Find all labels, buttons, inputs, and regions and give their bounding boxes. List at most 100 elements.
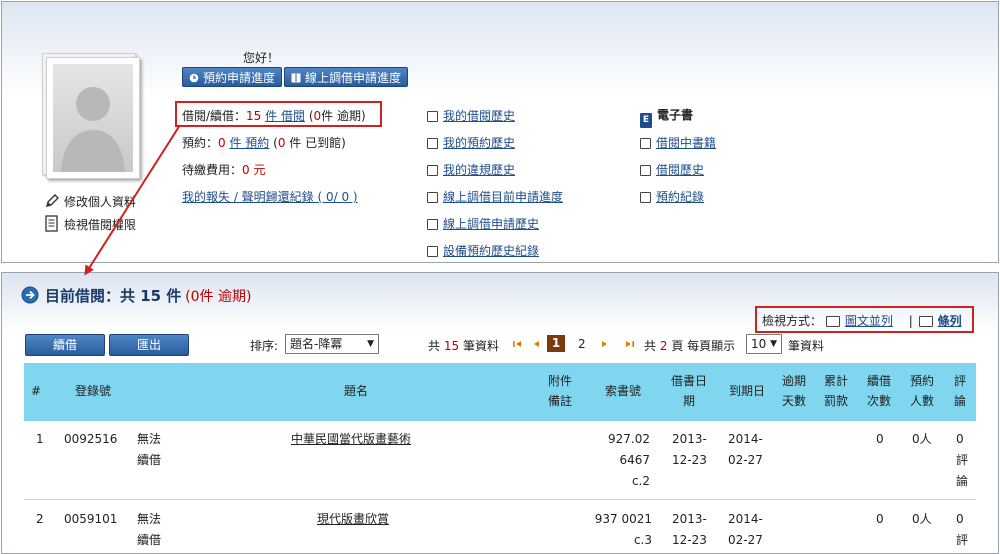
row-num: 2 xyxy=(36,512,44,526)
page-2-link[interactable]: 2 xyxy=(578,337,586,351)
view-list-label: 條列 xyxy=(937,314,962,328)
book-icon xyxy=(291,69,301,83)
list-icon xyxy=(427,111,438,122)
renew-button[interactable]: 續借 xyxy=(25,334,105,356)
search-icon xyxy=(640,165,651,176)
row-borrow-date: 2013- 12-23 xyxy=(672,509,707,549)
row-call-line1: 937 0021 xyxy=(594,512,652,526)
card-icon xyxy=(427,192,438,203)
row-due-line1: 2014- xyxy=(728,432,763,446)
col-attach: 附件 備註 xyxy=(540,371,580,411)
menu-ebook-history[interactable]: 借閱歷史 xyxy=(640,161,704,178)
ebook-title: 電子書 xyxy=(657,108,694,122)
prev-page-icon[interactable] xyxy=(531,339,541,349)
row-title-link[interactable]: 現代版畫欣賞 xyxy=(317,509,389,530)
view-graphic-option[interactable]: 圖文並列 xyxy=(825,314,897,328)
last-page-icon[interactable] xyxy=(625,339,636,349)
row-reserve-count: 0人 xyxy=(912,512,932,526)
row-borrow-line2: 12-23 xyxy=(672,453,707,467)
col-overdue-line1: 逾期 xyxy=(781,374,806,388)
list-view-icon xyxy=(918,316,933,327)
sort-select[interactable]: 題名-降冪 ▼ xyxy=(285,334,379,354)
menu-reserve-history[interactable]: 我的預約歷史 xyxy=(427,134,515,151)
view-mode-label: 檢視方式： xyxy=(762,314,823,328)
loans-table-header: # 登錄號 題名 附件 備註 索書號 借書日 期 到期日 逾期 天數 累計 罰款… xyxy=(24,363,976,421)
reservation-progress-label: 預約申請進度 xyxy=(203,71,276,85)
menu-equipment-history[interactable]: 設備預約歷史紀錄 xyxy=(427,242,539,259)
row-call: 937 0021 c.3 xyxy=(590,509,652,549)
row-status-line2: 續借 xyxy=(137,533,162,547)
col-renew-count: 續借 次數 xyxy=(861,371,897,411)
row-status-line2: 續借 xyxy=(137,453,162,467)
next-page-icon[interactable] xyxy=(600,339,610,349)
sort-label: 排序: xyxy=(250,339,279,353)
menu-equipment-history-label: 設備預約歷史紀錄 xyxy=(443,244,540,258)
menu-ebook-reservations[interactable]: 預約紀錄 xyxy=(640,188,704,205)
col-overdue-days: 逾期 天數 xyxy=(776,371,812,411)
section-overdue-note: (0件 逾期) xyxy=(185,289,252,305)
row-title-link[interactable]: 中華民國當代版畫藝術 xyxy=(291,429,411,450)
row-renew-count: 0 xyxy=(876,512,884,526)
col-fine: 累計 罰款 xyxy=(818,371,854,411)
view-list-option[interactable]: 條列 xyxy=(918,314,962,328)
row-call-line2: c.3 xyxy=(633,533,652,547)
menu-ebook-reservations-label: 預約紀錄 xyxy=(656,190,705,204)
clock-icon xyxy=(189,69,199,83)
row-review-line2[interactable]: 評 xyxy=(956,450,968,471)
menu-violation-history[interactable]: 我的違規歷史 xyxy=(427,161,515,178)
row-review-line3[interactable]: 論 xyxy=(956,471,968,492)
annotation-arrow xyxy=(84,124,181,276)
borrow-status-highlight xyxy=(175,101,382,127)
warning-icon xyxy=(427,165,438,176)
row-call-line2: 6467 c.2 xyxy=(619,453,650,488)
menu-ill-current-progress[interactable]: 線上調借目前申請進度 xyxy=(427,188,563,205)
row-due-line2: 02-27 xyxy=(728,533,763,547)
first-page-icon[interactable] xyxy=(512,339,522,349)
mail-icon xyxy=(427,219,438,230)
row-status: 無法 續借 xyxy=(137,429,161,471)
menu-violation-history-label: 我的違規歷史 xyxy=(443,163,516,177)
reserve-link[interactable]: 件 預約 xyxy=(229,136,269,150)
row-borrow-line1: 2013- xyxy=(672,512,707,526)
page-1-current[interactable]: 1 xyxy=(547,335,565,352)
menu-borrow-history[interactable]: 我的借閱歷史 xyxy=(427,107,515,124)
section-title: 目前借閱：共 15 件 xyxy=(45,287,182,305)
row-borrow-line2: 12-23 xyxy=(672,533,707,547)
section-heading: 目前借閱：共 15 件 (0件 逾期) xyxy=(21,285,251,306)
per-page-select[interactable]: 10 ▼ xyxy=(746,334,782,354)
ebook-heading: E 電子書 xyxy=(640,106,693,128)
col-borrow-date: 借書日 期 xyxy=(664,371,714,411)
col-reserve-line2: 人數 xyxy=(909,394,934,408)
arrived-count: 0 xyxy=(277,136,286,150)
greeting-text: 您好！ xyxy=(243,51,280,65)
per-page-value: 10 xyxy=(751,337,767,351)
pages-count: 2 xyxy=(659,339,668,353)
export-button[interactable]: 匯出 xyxy=(109,334,189,356)
menu-ebook-history-label: 借閱歷史 xyxy=(656,163,705,177)
row-review: 0 評 論 xyxy=(956,429,968,492)
col-review-line1: 評 xyxy=(953,374,966,388)
row-status-line1: 無法 xyxy=(137,512,162,526)
row-status: 無法 續借 xyxy=(137,509,161,549)
pagination-pages: 共 2 頁 每頁顯示 xyxy=(644,337,735,354)
menu-ebook-borrowing[interactable]: 借閱中書籍 xyxy=(640,134,716,151)
col-fine-line2: 罰款 xyxy=(823,394,848,408)
view-mode-separator: | xyxy=(908,314,913,328)
grid-list-icon xyxy=(825,316,840,327)
reservation-progress-button[interactable]: 預約申請進度 xyxy=(182,67,283,87)
online-ill-progress-label: 線上調借申請進度 xyxy=(305,71,402,85)
row-review-line2[interactable]: 評 xyxy=(956,530,968,549)
row-review-line1: 0 xyxy=(956,432,964,446)
pagination-total: 共 15 筆資料 xyxy=(428,337,499,354)
lost-record-link[interactable]: 我的報失 / 聲明歸還紀錄 ( 0/ 0 ) xyxy=(182,188,358,205)
per-page-suffix: 筆資料 xyxy=(788,339,825,353)
col-reg: 登錄號 xyxy=(74,384,111,398)
list-icon xyxy=(640,138,651,149)
menu-ill-history[interactable]: 線上調借申請歷史 xyxy=(427,215,539,232)
online-ill-progress-button[interactable]: 線上調借申請進度 xyxy=(284,67,409,87)
row-num: 1 xyxy=(36,432,44,446)
view-graphic-label: 圖文並列 xyxy=(844,314,893,328)
row-status-line1: 無法 xyxy=(137,432,162,446)
row-due-date: 2014- 02-27 xyxy=(728,429,763,471)
col-review-line2: 論 xyxy=(953,394,966,408)
